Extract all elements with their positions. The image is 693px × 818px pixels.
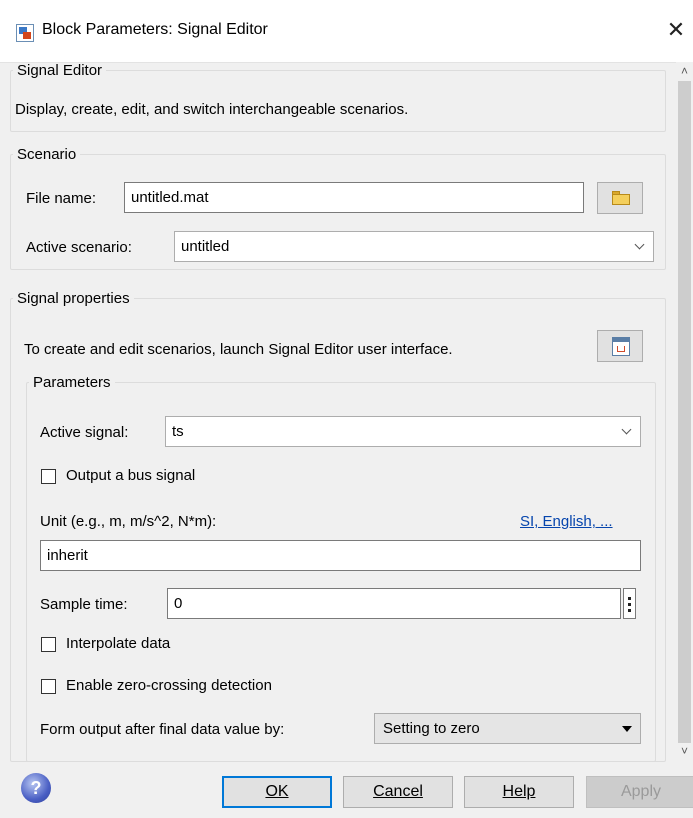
- form-output-label: Form output after final data value by:: [40, 721, 285, 738]
- signal-editor-description: Display, create, edit, and switch interc…: [15, 101, 409, 118]
- dropdown-arrow-icon: [622, 726, 632, 732]
- signal-editor-group: Signal Editor: [10, 62, 666, 132]
- signal-properties-legend: Signal properties: [17, 290, 130, 307]
- active-signal-label: Active signal:: [40, 424, 129, 441]
- active-signal-select[interactable]: ts: [165, 416, 641, 447]
- chevron-down-icon: [633, 232, 647, 261]
- folder-icon: [612, 191, 630, 205]
- active-scenario-value: untitled: [181, 238, 230, 255]
- output-bus-checkbox[interactable]: [41, 469, 56, 484]
- scenario-legend: Scenario: [17, 146, 77, 163]
- cancel-button[interactable]: Cancel: [343, 776, 453, 808]
- scrollbar-thumb[interactable]: [678, 81, 691, 743]
- form-output-value: Setting to zero: [383, 720, 480, 737]
- chevron-down-icon: [620, 417, 634, 446]
- unit-systems-link[interactable]: SI, English, ...: [520, 513, 613, 530]
- file-name-label: File name:: [26, 190, 97, 207]
- dialog-content: Signal Editor Display, create, edit, and…: [0, 62, 676, 762]
- title-bar: Block Parameters: Signal Editor ✕: [0, 0, 693, 63]
- sample-time-field[interactable]: 0: [167, 588, 621, 619]
- more-options-icon[interactable]: [623, 588, 636, 619]
- zero-crossing-checkbox[interactable]: [41, 679, 56, 694]
- simulink-block-icon: [16, 24, 34, 42]
- help-icon[interactable]: ?: [21, 773, 51, 803]
- signal-editor-legend: Signal Editor: [17, 62, 103, 79]
- unit-label: Unit (e.g., m, m/s^2, N*m):: [40, 513, 217, 530]
- interpolate-label[interactable]: Interpolate data: [66, 635, 170, 652]
- close-button[interactable]: ✕: [664, 17, 688, 43]
- active-scenario-select[interactable]: untitled: [174, 231, 654, 262]
- window-title: Block Parameters: Signal Editor: [42, 21, 268, 38]
- launch-signal-editor-button[interactable]: [597, 330, 643, 362]
- scroll-down-icon[interactable]: ˅: [676, 742, 693, 760]
- output-bus-label[interactable]: Output a bus signal: [66, 467, 195, 484]
- scroll-up-icon[interactable]: ˄: [676, 62, 693, 80]
- zero-crossing-label[interactable]: Enable zero-crossing detection: [66, 677, 272, 694]
- ok-button[interactable]: OK: [222, 776, 332, 808]
- sample-time-label: Sample time:: [40, 596, 128, 613]
- active-scenario-label: Active scenario:: [26, 239, 132, 256]
- signal-editor-icon: [612, 337, 630, 356]
- active-signal-value: ts: [172, 423, 184, 440]
- button-bar: ? OK Cancel Help Apply: [0, 762, 693, 818]
- vertical-scrollbar[interactable]: ˄ ˅: [676, 62, 693, 760]
- help-button[interactable]: Help: [464, 776, 574, 808]
- parameters-legend: Parameters: [33, 374, 111, 391]
- apply-button[interactable]: Apply: [586, 776, 693, 808]
- browse-file-button[interactable]: [597, 182, 643, 214]
- launch-signal-editor-text: To create and edit scenarios, launch Sig…: [24, 341, 453, 358]
- file-name-field[interactable]: untitled.mat: [124, 182, 584, 213]
- form-output-select[interactable]: Setting to zero: [374, 713, 641, 744]
- interpolate-checkbox[interactable]: [41, 637, 56, 652]
- unit-field[interactable]: inherit: [40, 540, 641, 571]
